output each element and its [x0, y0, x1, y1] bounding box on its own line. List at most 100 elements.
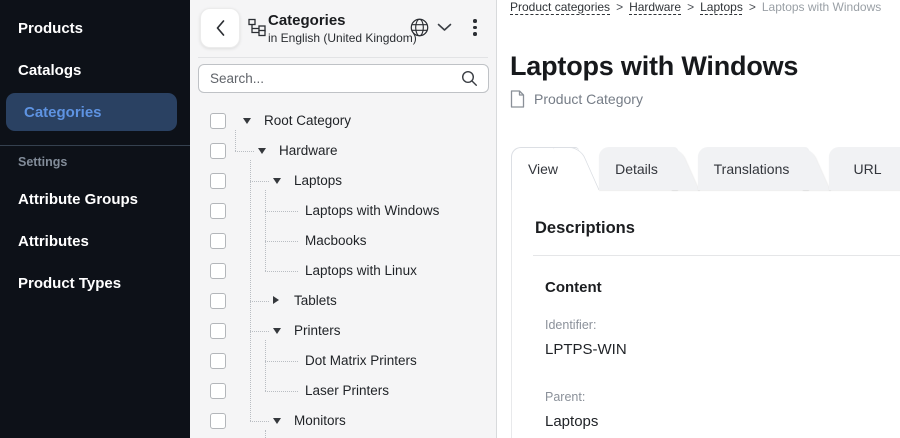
tab-label: View — [511, 147, 575, 190]
tab-view[interactable]: View — [511, 147, 599, 190]
tree-checkbox[interactable] — [210, 263, 226, 279]
header-divider — [198, 57, 488, 58]
categories-hierarchy-icon — [248, 18, 267, 37]
sidebar-item-categories[interactable]: Categories — [6, 93, 177, 131]
search-icon — [461, 70, 478, 87]
tree-connector — [250, 421, 269, 422]
collapse-toggle-icon[interactable] — [273, 178, 281, 184]
tree-checkbox[interactable] — [210, 233, 226, 249]
tree-search — [198, 64, 489, 93]
tree-row-laser-printers: Laser Printers — [190, 376, 497, 406]
sidebar-divider — [0, 145, 190, 146]
tree-row-tablets: Tablets — [190, 286, 497, 316]
field-label: Identifier: — [545, 318, 596, 332]
chevron-down-icon — [437, 23, 452, 32]
tree-row-laptops: Laptops — [190, 166, 497, 196]
tree-connector — [265, 361, 298, 362]
panel-title: Categories — [268, 12, 417, 29]
search-input[interactable] — [199, 71, 461, 86]
tree-item-label[interactable]: Laptops — [294, 173, 342, 188]
locale-dropdown-toggle[interactable] — [437, 23, 452, 32]
tree-item-label[interactable]: Macbooks — [305, 233, 367, 248]
tree-item-label[interactable]: Monitors — [294, 413, 346, 428]
breadcrumb: Product categories>Hardware>Laptops>Lapt… — [510, 0, 881, 14]
tree-connector — [250, 160, 251, 421]
sidebar-item-attribute-groups[interactable]: Attribute Groups — [0, 180, 190, 218]
tree-connector — [265, 190, 266, 271]
locale-selector[interactable] — [409, 17, 430, 38]
tree-checkbox[interactable] — [210, 113, 226, 129]
tree-item-label[interactable]: Laptops with Linux — [305, 263, 417, 278]
panel-locale-subtitle: in English (United Kingdom) — [268, 31, 417, 45]
sidebar-item-attributes[interactable]: Attributes — [0, 222, 190, 260]
tree-item-label[interactable]: Root Category — [264, 113, 351, 128]
tree-connector — [250, 181, 269, 182]
tree-connector — [265, 271, 298, 272]
tree-connector — [265, 241, 298, 242]
panel-menu-button[interactable] — [468, 17, 482, 37]
collapse-toggle-icon[interactable] — [273, 328, 281, 334]
tab-details[interactable]: Details — [599, 147, 698, 190]
tree-row-root-category: Root Category — [190, 106, 497, 136]
field-value: Laptops — [545, 413, 598, 430]
document-icon — [510, 90, 525, 108]
breadcrumb-link[interactable]: Laptops — [700, 0, 743, 14]
tree-row-monitors: Monitors — [190, 406, 497, 436]
tab-bar: View Details Translations URL — [511, 147, 900, 190]
tree-row-macbooks: Macbooks — [190, 226, 497, 256]
descriptions-heading: Descriptions — [535, 219, 635, 238]
tree-panel-header: Categories in English (United Kingdom) — [190, 0, 496, 57]
breadcrumb-link[interactable]: Product categories — [510, 0, 610, 14]
sidebar-item-product-types[interactable]: Product Types — [0, 264, 190, 302]
tree-item-label[interactable]: Hardware — [279, 143, 338, 158]
tab-label: URL — [829, 147, 900, 190]
sidebar: Products Catalogs Categories Settings Attr… — [0, 0, 190, 438]
breadcrumb-current: Laptops with Windows — [762, 0, 881, 14]
tree-connector — [265, 340, 266, 391]
tree-item-label[interactable]: Printers — [294, 323, 341, 338]
breadcrumb-separator: > — [687, 0, 694, 14]
expand-toggle-icon[interactable] — [273, 296, 279, 304]
tab-content-border — [511, 190, 512, 438]
tree-connector — [250, 301, 269, 302]
collapse-toggle-icon[interactable] — [273, 418, 281, 424]
sidebar-section-label: Settings — [18, 155, 67, 169]
tab-url[interactable]: URL — [829, 147, 900, 190]
sidebar-item-catalogs[interactable]: Catalogs — [0, 51, 190, 89]
detail-panel: Product categories>Hardware>Laptops>Lapt… — [497, 0, 900, 438]
collapse-toggle-icon[interactable] — [258, 148, 266, 154]
tab-translations[interactable]: Translations — [698, 147, 829, 190]
breadcrumb-link[interactable]: Hardware — [629, 0, 681, 14]
section-divider — [533, 255, 900, 256]
tree-item-label[interactable]: Tablets — [294, 293, 337, 308]
collapse-toggle-icon[interactable] — [243, 118, 251, 124]
tree-item-label[interactable]: Dot Matrix Printers — [305, 353, 417, 368]
tree-item-label[interactable]: Laser Printers — [305, 383, 389, 398]
sidebar-item-products[interactable]: Products — [0, 9, 190, 47]
back-button[interactable] — [200, 8, 240, 48]
tree-checkbox[interactable] — [210, 293, 226, 309]
field-label: Parent: — [545, 390, 585, 404]
tree-checkbox[interactable] — [210, 413, 226, 429]
tree-connector — [235, 130, 236, 151]
tree-row-dot-matrix-printers: Dot Matrix Printers — [190, 346, 497, 376]
app-window: Products Catalogs Categories Settings Attr… — [0, 0, 900, 438]
tree-connector — [265, 430, 266, 438]
page-title: Laptops with Windows — [510, 51, 798, 82]
tree-checkbox[interactable] — [210, 353, 226, 369]
tree-item-label[interactable]: Laptops with Windows — [305, 203, 439, 218]
tree-checkbox[interactable] — [210, 203, 226, 219]
tree-checkbox[interactable] — [210, 383, 226, 399]
tree-connector — [250, 331, 269, 332]
tab-label: Details — [599, 147, 674, 190]
tree-connector — [265, 211, 298, 212]
tree-connector — [235, 151, 254, 152]
tree-checkbox[interactable] — [210, 143, 226, 159]
category-tree: Root Category Hardware Laptops Laptops with… — [190, 106, 497, 438]
category-tree-panel: Categories in English (United Kingdom) — [190, 0, 497, 438]
tree-checkbox[interactable] — [210, 173, 226, 189]
tab-label: Translations — [698, 147, 805, 190]
chevron-left-icon — [215, 19, 226, 37]
tree-checkbox[interactable] — [210, 323, 226, 339]
tree-row-laptops-with-linux: Laptops with Linux — [190, 256, 497, 286]
